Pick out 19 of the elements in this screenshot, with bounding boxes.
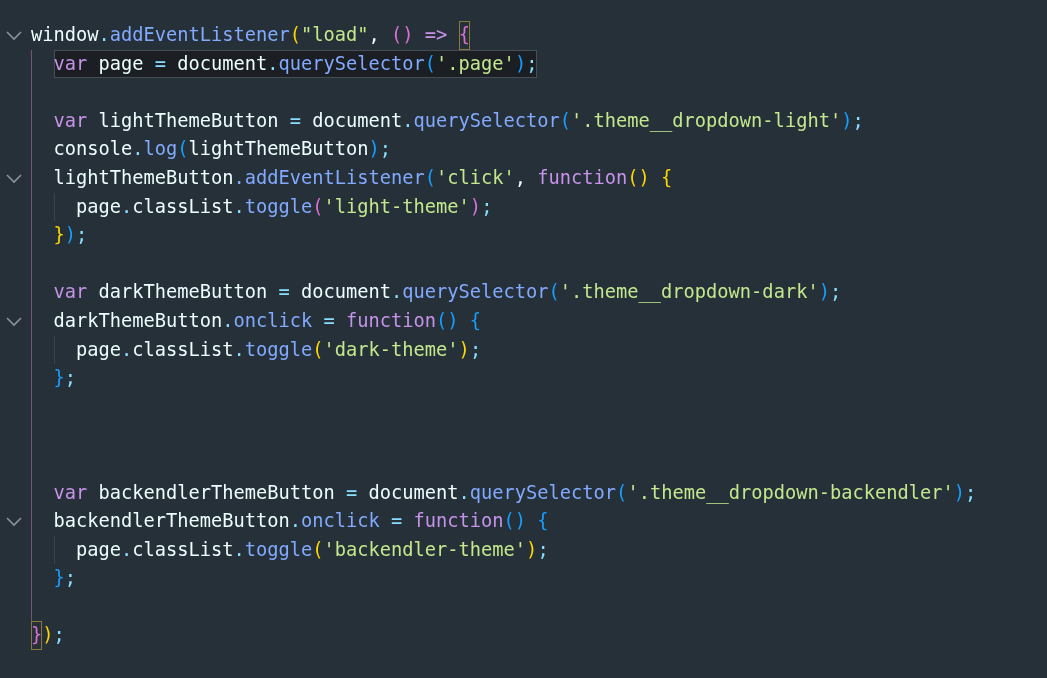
code-line: }); xyxy=(31,621,65,651)
code-line: console.log(lightThemeButton); xyxy=(53,137,392,162)
code-line: }; xyxy=(53,566,77,591)
code-line: page.classList.toggle('backendler-theme'); xyxy=(76,537,549,562)
code-line: backendlerThemeButton.onclick = function() { xyxy=(53,509,549,534)
code-line: page.classList.toggle('dark-theme'); xyxy=(76,337,482,362)
chevron-down-icon[interactable] xyxy=(4,515,23,528)
code-line: window.addEventListener("load", () => { xyxy=(31,21,470,50)
code-line: var backendlerThemeButton = document.querySelector('.theme__dropdown-backendler'); xyxy=(53,480,977,506)
code-line: var lightThemeButton = document.querySelector('.theme__dropdown-light'); xyxy=(53,108,864,134)
code-line: var darkThemeButton = document.querySelector('.theme__dropdown-dark'); xyxy=(53,280,842,305)
code-line: }; xyxy=(53,366,77,391)
code-line: }); xyxy=(53,223,88,248)
code-line: page.classList.toggle('light-theme'); xyxy=(76,194,493,219)
code-line: lightThemeButton.addEventListener('click', function() { xyxy=(53,165,673,190)
chevron-down-icon[interactable] xyxy=(4,172,23,185)
chevron-down-icon[interactable] xyxy=(4,29,23,42)
code-line: darkThemeButton.onclick = function() { xyxy=(53,308,482,333)
chevron-down-icon[interactable] xyxy=(4,315,23,328)
